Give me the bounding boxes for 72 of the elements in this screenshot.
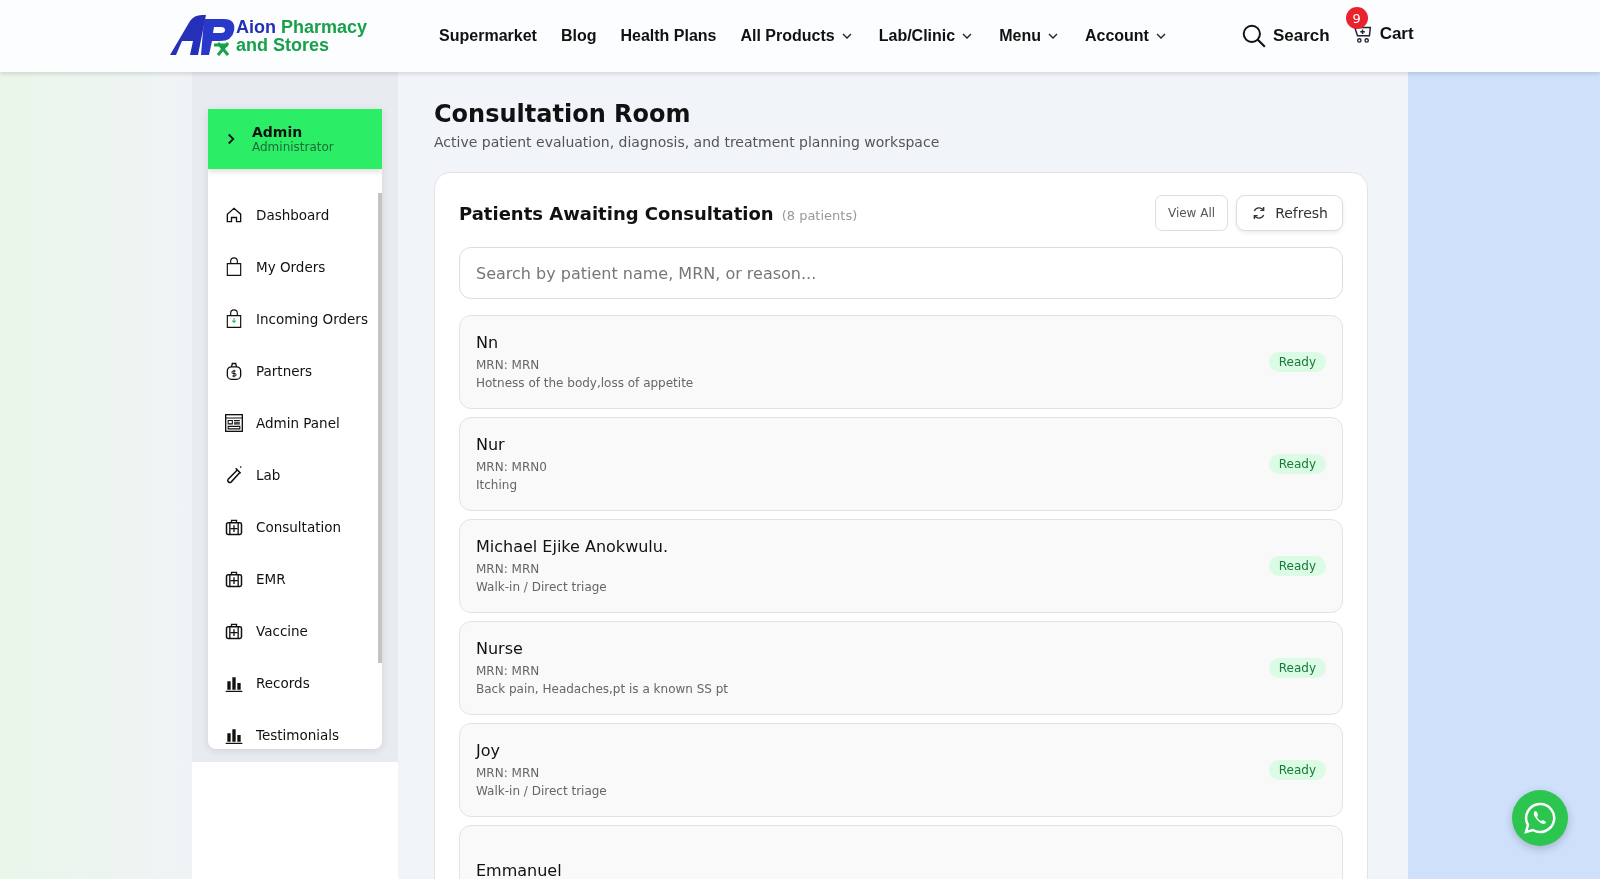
patient-reason: Hotness of the body,loss of appetite	[476, 374, 694, 392]
status-badge: Ready	[1268, 556, 1326, 576]
patient-card[interactable]: Michael Ejike Anokwulu. MRN: MRN Walk-in / Direct triage Ready	[459, 519, 1343, 613]
patient-count: (8 patients)	[781, 207, 858, 223]
logo-text: Pharmacy	[281, 18, 368, 36]
whatsapp-icon	[1523, 801, 1557, 835]
search-icon	[1240, 23, 1267, 49]
user-name: Admin	[252, 124, 304, 140]
newspaper-icon	[224, 413, 244, 433]
patient-card[interactable]: Emmanuel	[459, 825, 1343, 879]
status-badge: Ready	[1268, 658, 1326, 678]
card-title: Patients Awaiting Consultation	[459, 202, 774, 224]
patient-name: Michael Ejike Anokwulu.	[476, 536, 669, 556]
patient-reason: Walk-in / Direct triage	[476, 578, 608, 596]
patient-mrn: MRN: MRN	[476, 764, 541, 782]
patient-mrn: MRN: MRN	[476, 560, 541, 578]
patient-name: Nn	[476, 332, 500, 352]
sidebar-item[interactable]: EMR	[208, 553, 382, 605]
patient-mrn: MRN: MRN0	[476, 458, 547, 476]
sidebar-item[interactable]: Vaccine	[208, 605, 382, 657]
patient-reason: Back pain, Headaches,pt is a known SS pt	[476, 680, 729, 698]
nav-link[interactable]: Lab/Clinic	[878, 27, 976, 45]
sidebar-item[interactable]: My Orders	[208, 241, 382, 293]
shopping-bag-icon	[224, 257, 244, 277]
patient-name: Emmanuel	[476, 860, 562, 879]
patient-name: Nur	[476, 434, 506, 454]
search-link[interactable]: Search	[1240, 23, 1330, 49]
patient-mrn: MRN: MRN	[476, 356, 541, 374]
nav-link[interactable]: Account	[1084, 27, 1169, 45]
logo-text: Aion	[236, 18, 276, 36]
status-badge: Ready	[1268, 352, 1326, 372]
patient-card[interactable]: Nur MRN: MRN0 Itching Ready	[459, 417, 1343, 511]
patient-card[interactable]: Nn MRN: MRN Hotness of the body,loss of appetite Ready	[459, 315, 1343, 409]
user-role: Administrator	[252, 140, 334, 154]
medical-kit-icon	[224, 621, 244, 641]
nav-link[interactable]: All Products	[740, 27, 855, 45]
page-title: Consultation Room	[434, 100, 692, 128]
sidebar-item[interactable]: Admin Panel	[208, 397, 382, 449]
search-field[interactable]: Search by patient name, MRN, or reason...	[459, 247, 1343, 299]
patient-name: Joy	[476, 740, 501, 760]
patient-reason: Walk-in / Direct triage	[476, 782, 607, 800]
logo-text: and Stores	[236, 36, 330, 54]
sidebar-item[interactable]: Records	[208, 657, 382, 709]
test-tube-icon	[224, 465, 244, 485]
nav-link[interactable]: Supermarket	[439, 27, 537, 45]
medical-kit-icon	[224, 569, 244, 589]
view-all-button[interactable]: View All	[1154, 195, 1229, 231]
shopping-bag-icon	[224, 309, 244, 329]
sidebar-item[interactable]: Incoming Orders	[208, 293, 382, 345]
refresh-button[interactable]: Refresh	[1236, 195, 1343, 231]
status-badge: Ready	[1268, 760, 1326, 780]
patient-card[interactable]: Joy MRN: MRN Walk-in / Direct triage Ready	[459, 723, 1343, 817]
sidebar-item[interactable]: Consultation	[208, 501, 382, 553]
scrollbar[interactable]	[378, 193, 382, 663]
medical-kit-icon	[224, 517, 244, 537]
sidebar-item[interactable]: Testimonials	[208, 709, 382, 749]
sidebar-item[interactable]: Partners	[208, 345, 382, 397]
sidebar-item[interactable]: Dashboard	[208, 189, 382, 241]
patient-name: Nurse	[476, 638, 524, 658]
money-bag-icon	[224, 361, 244, 381]
nav-link[interactable]: Blog	[560, 27, 597, 45]
patient-mrn: MRN: MRN	[476, 662, 541, 680]
patient-card[interactable]: Nurse MRN: MRN Back pain, Headaches,pt is a known SS pt Ready	[459, 621, 1343, 715]
cart-count-badge: 9	[1345, 7, 1368, 29]
nav-link[interactable]: Menu	[999, 27, 1061, 45]
sidebar-item[interactable]: Lab	[208, 449, 382, 501]
nav-link[interactable]: Health Plans	[620, 27, 717, 45]
patient-reason: Itching	[476, 476, 518, 494]
status-badge: Ready	[1268, 454, 1326, 474]
user-header[interactable]: Admin Administrator	[208, 109, 382, 169]
page-subtitle: Active patient evaluation, diagnosis, and treatment planning workspace	[434, 134, 941, 150]
home-icon	[224, 205, 244, 225]
